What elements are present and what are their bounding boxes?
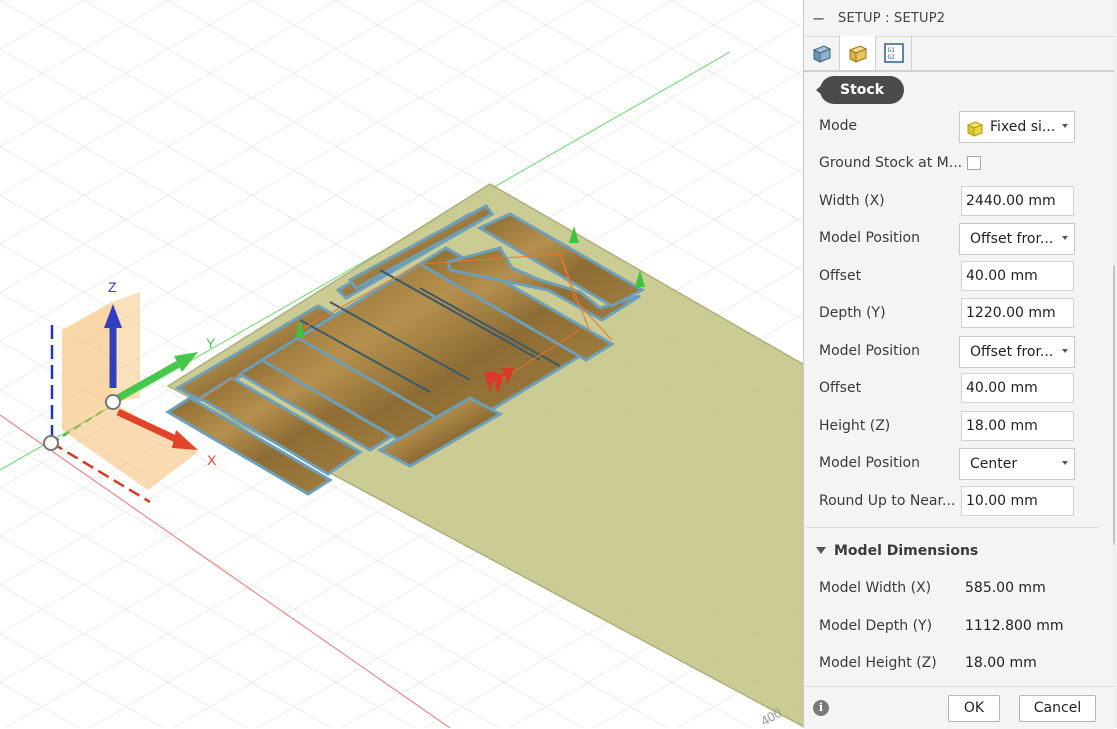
setup-tab-icon	[812, 45, 832, 63]
collapse-button[interactable]: −	[812, 9, 825, 28]
model-depth-value: 1112.800 mm	[965, 618, 1064, 634]
stock-section-label: Stock	[840, 82, 885, 98]
pill-pointer-icon	[816, 84, 823, 96]
panel-footer: i OK Cancel	[804, 686, 1114, 729]
tab-post-process[interactable]: G1 G2	[876, 36, 912, 70]
round-up-input[interactable]: 10.00 mm	[961, 486, 1074, 516]
model-height-value: 18.00 mm	[965, 655, 1037, 671]
wcs-origin-handle[interactable]	[105, 394, 121, 410]
chevron-down-icon	[1062, 461, 1068, 465]
model-depth-label: Model Depth (Y)	[819, 618, 933, 634]
depth-model-position-row: Model Position Offset fror...	[804, 333, 1114, 371]
depth-offset-label: Offset	[819, 380, 862, 396]
height-row: Height (Z) 18.00 mm	[804, 408, 1114, 446]
round-up-label: Round Up to Near...	[819, 493, 956, 509]
depth-row: Depth (Y) 1220.00 mm	[804, 295, 1114, 333]
height-model-position-row: Model Position Center	[804, 445, 1114, 483]
stock-tab-icon	[848, 45, 868, 63]
depth-model-position-dropdown[interactable]: Offset fror...	[959, 336, 1075, 368]
ok-button[interactable]: OK	[948, 695, 1000, 722]
height-model-position-value: Center	[970, 456, 1018, 472]
panel-title: SETUP : SETUP2	[838, 11, 946, 26]
width-row: Width (X) 2440.00 mm	[804, 183, 1114, 221]
setup-panel: − SETUP : SETUP2 G1 G2 Stock Mode Fixed …	[803, 0, 1114, 729]
depth-input[interactable]: 1220.00 mm	[961, 298, 1074, 328]
y-axis-label: Y	[206, 335, 216, 351]
ground-stock-row: Ground Stock at M...	[804, 145, 1114, 183]
height-model-position-label: Model Position	[819, 455, 920, 471]
section-divider	[806, 527, 1099, 528]
chevron-down-icon	[1062, 349, 1068, 353]
width-model-position-row: Model Position Offset fror...	[804, 220, 1114, 258]
width-offset-input[interactable]: 40.00 mm	[961, 261, 1074, 291]
width-offset-row: Offset 40.00 mm	[804, 258, 1114, 296]
g2-icon-text: G2	[888, 54, 896, 61]
post-process-tab-icon: G1 G2	[884, 43, 904, 63]
model-width-value: 585.00 mm	[965, 580, 1046, 596]
mode-value: Fixed si...	[990, 119, 1056, 135]
z-axis-label: Z	[108, 279, 117, 295]
model-height-label: Model Height (Z)	[819, 655, 937, 671]
ground-stock-checkbox[interactable]	[967, 156, 981, 170]
mode-dropdown[interactable]: Fixed si...	[959, 111, 1075, 143]
width-model-position-dropdown[interactable]: Offset fror...	[959, 223, 1075, 255]
width-model-position-label: Model Position	[819, 230, 920, 246]
depth-label: Depth (Y)	[819, 305, 886, 321]
chevron-down-icon	[1062, 124, 1068, 128]
panel-tabs: G1 G2	[804, 36, 1114, 72]
height-model-position-dropdown[interactable]: Center	[959, 448, 1075, 480]
ground-stock-label: Ground Stock at M...	[819, 155, 963, 171]
chevron-down-icon	[1062, 236, 1068, 240]
cancel-button[interactable]: Cancel	[1019, 695, 1096, 722]
tab-stock[interactable]	[840, 36, 876, 70]
stock-section-pill[interactable]: Stock	[816, 76, 905, 104]
model-dimensions-header[interactable]: Model Dimensions	[816, 543, 978, 559]
stock-box-icon	[966, 121, 984, 137]
mode-row: Mode Fixed si...	[804, 108, 1114, 146]
g1-icon-text: G1	[888, 47, 896, 54]
round-up-row: Round Up to Near... 10.00 mm	[804, 483, 1114, 521]
width-label: Width (X)	[819, 193, 885, 209]
panel-header: − SETUP : SETUP2	[804, 0, 1114, 37]
height-input[interactable]: 18.00 mm	[961, 411, 1074, 441]
width-offset-label: Offset	[819, 268, 862, 284]
width-model-position-value: Offset fror...	[970, 231, 1054, 247]
model-dimensions-title: Model Dimensions	[834, 543, 979, 559]
model-width-label: Model Width (X)	[819, 580, 932, 596]
x-axis-label: X	[207, 452, 217, 468]
depth-offset-input[interactable]: 40.00 mm	[961, 373, 1074, 403]
mode-label: Mode	[819, 118, 858, 134]
info-icon[interactable]: i	[813, 700, 829, 716]
depth-model-position-value: Offset fror...	[970, 344, 1054, 360]
height-label: Height (Z)	[819, 418, 891, 434]
width-input[interactable]: 2440.00 mm	[961, 186, 1074, 216]
tab-setup[interactable]	[804, 36, 840, 70]
world-origin-handle[interactable]	[43, 435, 59, 451]
depth-model-position-label: Model Position	[819, 343, 920, 359]
depth-offset-row: Offset 40.00 mm	[804, 370, 1114, 408]
collapse-triangle-icon	[816, 547, 826, 554]
